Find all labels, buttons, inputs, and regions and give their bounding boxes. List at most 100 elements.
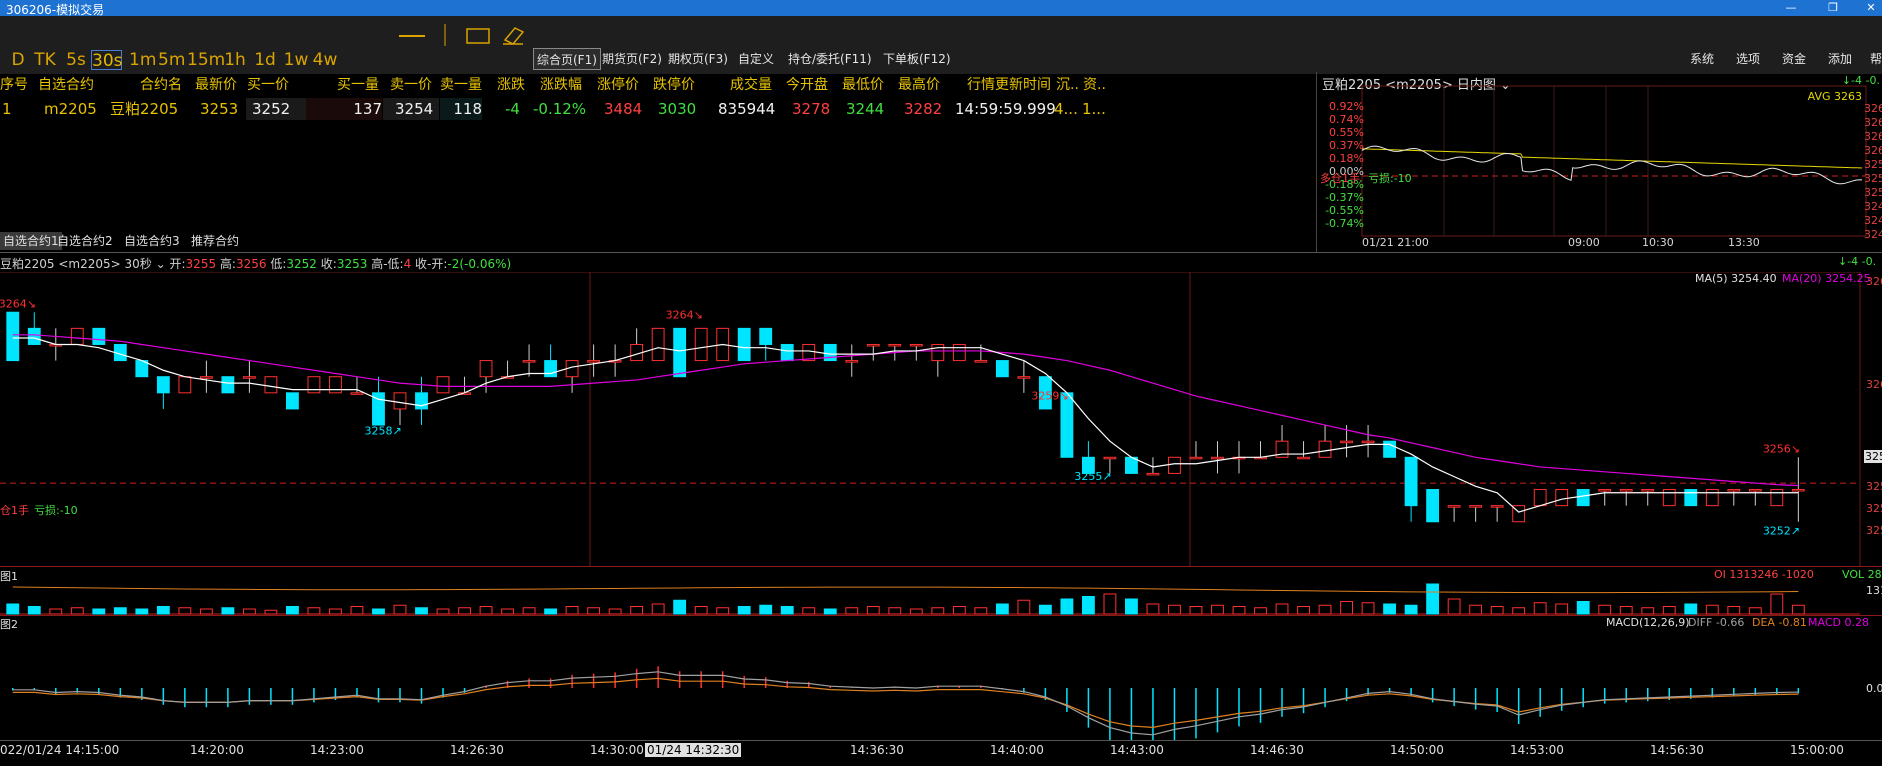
candle[interactable] bbox=[909, 343, 923, 347]
candle[interactable] bbox=[1662, 489, 1676, 507]
candle[interactable] bbox=[1017, 376, 1031, 379]
tab-general[interactable]: 综合页(F1) bbox=[533, 48, 601, 70]
menu-help[interactable]: 帮 bbox=[1870, 48, 1882, 70]
tab-recommended[interactable]: 推荐合约 bbox=[188, 232, 242, 250]
candle[interactable] bbox=[27, 327, 41, 345]
candle[interactable] bbox=[952, 343, 966, 362]
candle[interactable] bbox=[1705, 489, 1719, 507]
col-ask-vol[interactable]: 卖一量 bbox=[440, 74, 482, 94]
tf-15m[interactable]: 15m bbox=[187, 50, 225, 70]
tab-positions[interactable]: 持仓/委托(F11) bbox=[785, 48, 875, 70]
tf-1w[interactable]: 1w bbox=[283, 50, 309, 70]
candle[interactable] bbox=[1641, 489, 1655, 492]
candle[interactable] bbox=[651, 327, 665, 362]
candle[interactable] bbox=[1211, 456, 1224, 460]
tf-d[interactable]: D bbox=[10, 50, 26, 70]
tf-5m[interactable]: 5m bbox=[158, 50, 185, 70]
candle[interactable] bbox=[264, 376, 278, 394]
tab-watchlist-1[interactable]: 自选合约1 bbox=[0, 232, 62, 250]
restore-icon[interactable]: ❐ bbox=[1822, 0, 1844, 16]
col-oi[interactable]: 沉.. bbox=[1056, 74, 1079, 94]
candle[interactable] bbox=[931, 343, 945, 362]
candle[interactable] bbox=[199, 376, 213, 379]
chevron-down-icon[interactable]: ⌄ bbox=[156, 257, 166, 271]
close-icon[interactable]: ✕ bbox=[1860, 0, 1882, 16]
candle[interactable] bbox=[974, 360, 988, 363]
candle[interactable] bbox=[522, 360, 536, 363]
col-ask[interactable]: 卖一价 bbox=[390, 74, 432, 94]
candle[interactable] bbox=[544, 360, 557, 378]
col-name[interactable]: 合约名 bbox=[140, 74, 182, 94]
col-limit-up[interactable]: 涨停价 bbox=[597, 74, 639, 94]
candle[interactable] bbox=[1103, 456, 1117, 460]
tf-5s[interactable]: 5s bbox=[65, 50, 87, 70]
candle[interactable] bbox=[587, 360, 601, 363]
tf-4w[interactable]: 4w bbox=[312, 50, 338, 70]
col-low[interactable]: 最低价 bbox=[842, 74, 884, 94]
col-limit-down[interactable]: 跌停价 bbox=[653, 74, 695, 94]
candle[interactable] bbox=[1576, 489, 1590, 507]
col-bid[interactable]: 买一价 bbox=[247, 74, 289, 94]
tab-custom[interactable]: 自定义 bbox=[735, 48, 777, 70]
candle[interactable] bbox=[1555, 489, 1569, 507]
col-change-pct[interactable]: 涨跌幅 bbox=[540, 74, 582, 94]
col-last[interactable]: 最新价 bbox=[195, 74, 237, 94]
intraday-chart[interactable]: 豆粕2205 <m2205> 日内图 ⌄ AVG 3263 ↓-4 -0. 0.… bbox=[1318, 72, 1882, 252]
candle[interactable] bbox=[1426, 489, 1440, 523]
candle[interactable] bbox=[242, 376, 256, 379]
candle[interactable] bbox=[329, 376, 342, 394]
tf-30s[interactable]: 30s bbox=[91, 50, 123, 71]
tab-order-board[interactable]: 下单板(F12) bbox=[880, 48, 954, 70]
candle[interactable] bbox=[221, 376, 235, 394]
candle[interactable] bbox=[694, 327, 708, 362]
col-capital[interactable]: 资.. bbox=[1083, 74, 1106, 94]
tf-1m[interactable]: 1m bbox=[129, 50, 156, 70]
col-symbol[interactable]: 自选合约 bbox=[38, 74, 94, 94]
candle[interactable] bbox=[1533, 489, 1547, 507]
col-high[interactable]: 最高价 bbox=[898, 74, 940, 94]
tab-watchlist-2[interactable]: 自选合约2 bbox=[54, 232, 116, 250]
minimize-icon[interactable]: — bbox=[1780, 0, 1802, 16]
kline-chart[interactable]: 3264↘ 3264↘ 3258↗ 3259↘ 3255↗ 3256↘ 3252↗ bbox=[0, 272, 1882, 566]
menu-funds[interactable]: 资金 bbox=[1782, 48, 1806, 70]
candle[interactable] bbox=[1168, 456, 1181, 474]
menu-add[interactable]: 添加 bbox=[1828, 48, 1852, 70]
candle[interactable] bbox=[1727, 489, 1741, 492]
candle[interactable] bbox=[415, 392, 428, 410]
tf-tk[interactable]: TK bbox=[33, 50, 57, 70]
tf-1d[interactable]: 1d bbox=[254, 50, 276, 70]
candle[interactable] bbox=[888, 343, 902, 347]
candle[interactable] bbox=[1490, 505, 1504, 508]
candle[interactable] bbox=[1619, 489, 1633, 492]
candle[interactable] bbox=[1361, 440, 1375, 444]
candle[interactable] bbox=[350, 392, 364, 395]
candle[interactable] bbox=[286, 392, 299, 410]
candle[interactable] bbox=[845, 360, 859, 363]
tab-options[interactable]: 期权页(F3) bbox=[665, 48, 731, 70]
candle[interactable] bbox=[436, 376, 450, 394]
menu-system[interactable]: 系统 bbox=[1690, 48, 1714, 70]
candle[interactable] bbox=[1684, 489, 1698, 507]
candle[interactable] bbox=[1770, 489, 1784, 507]
candle[interactable] bbox=[1340, 440, 1353, 444]
candle[interactable] bbox=[1297, 456, 1310, 460]
col-change[interactable]: 涨跌 bbox=[497, 74, 525, 94]
tab-watchlist-3[interactable]: 自选合约3 bbox=[121, 232, 183, 250]
candle[interactable] bbox=[6, 311, 20, 362]
candle[interactable] bbox=[1748, 489, 1762, 492]
candle[interactable] bbox=[156, 376, 170, 394]
candle[interactable] bbox=[780, 343, 794, 362]
candle[interactable] bbox=[1447, 505, 1461, 508]
tab-futures[interactable]: 期货页(F2) bbox=[599, 48, 665, 70]
candle[interactable] bbox=[1469, 505, 1483, 508]
candle[interactable] bbox=[92, 327, 106, 345]
tf-1h[interactable]: 1h bbox=[224, 50, 246, 70]
candle[interactable] bbox=[393, 392, 407, 410]
candle[interactable] bbox=[70, 327, 84, 345]
col-volume[interactable]: 成交量 bbox=[730, 74, 772, 94]
candle[interactable] bbox=[759, 327, 773, 345]
candle[interactable] bbox=[307, 376, 321, 394]
candle[interactable] bbox=[178, 376, 192, 394]
candle[interactable] bbox=[1189, 456, 1203, 460]
candle[interactable] bbox=[1318, 440, 1332, 458]
